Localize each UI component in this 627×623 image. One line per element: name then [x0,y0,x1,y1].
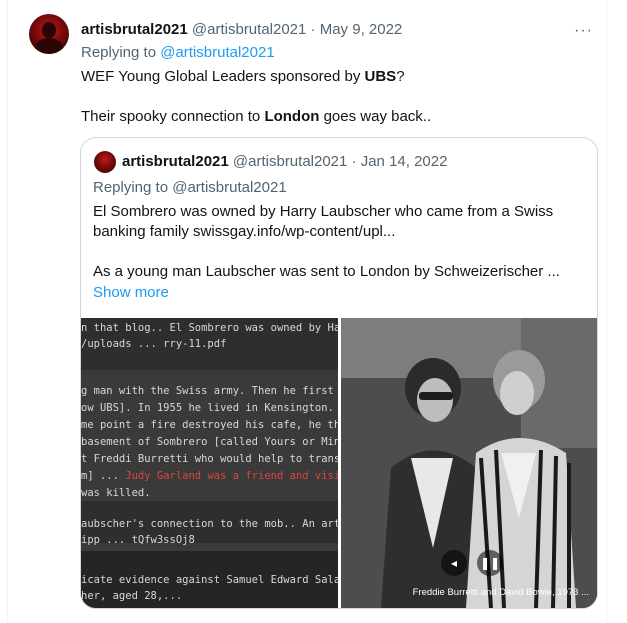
avatar-shoulders [35,38,63,54]
photo [341,318,597,608]
image-text-line: t Freddi Burretti who would help to tran… [81,453,338,465]
separator: · [306,21,320,38]
arrow-left-icon[interactable]: ◂ [441,550,467,576]
tweet[interactable]: artisbrutal2021 @artisbrutal2021 · May 9… [7,0,607,623]
more-icon[interactable]: ··· [574,22,593,40]
replying-handle-link[interactable]: @artisbrutal2021 [160,44,274,61]
quote-replying-to: Replying to @artisbrutal2021 [93,179,287,196]
image-text-prefix: m] ... [81,470,126,482]
quote-avatar [94,151,116,173]
screenshot-image[interactable]: n that blog.. El Sombrero was owned by H… [81,318,338,608]
text-segment: Their spooky connection to [81,108,265,125]
show-more-link[interactable]: Show more [93,283,169,303]
quote-header: artisbrutal2021 @artisbrutal2021 · Jan 1… [122,152,447,172]
image-text-line: basement of Sombrero [called Yours or Mi… [81,436,338,448]
tweet-date[interactable]: May 9, 2022 [320,21,403,38]
tweet-text-line-1: WEF Young Global Leaders sponsored by UB… [81,67,405,87]
image-red-text: Judy Garland was a friend and visited hi… [125,470,338,482]
avatar-head [42,22,56,38]
quote-text-line: As a young man Laubscher was sent to Lon… [93,263,560,280]
image-text-line: /uploads ... rry-11.pdf [81,338,227,350]
image-text-line: n that blog.. El Sombrero was owned by H… [81,322,338,334]
image-text-line: ow UBS]. In 1955 he lived in Kensington.… [81,402,338,414]
tweet-header: artisbrutal2021 @artisbrutal2021 · May 9… [81,20,402,40]
user-handle[interactable]: @artisbrutal2021 [192,21,306,38]
tweet-text-line-2: Their spooky connection to London goes w… [81,107,431,127]
replying-prefix: Replying to [81,44,161,61]
quote-date: Jan 14, 2022 [360,153,448,170]
bold-london: London [264,108,320,125]
image-text-line: her, aged 28,... [81,590,183,602]
quote-text-line: banking family swissgay.info/wp-content/… [93,223,396,240]
pause-icon[interactable]: ❚❚ [477,550,503,576]
media-grid: n that blog.. El Sombrero was owned by H… [81,318,597,608]
photo-image[interactable]: ◂ ❚❚ Freddie Burretti and David Bowie, 1… [341,318,597,608]
image-text-line: icate evidence against Samuel Edward Sal… [81,574,338,586]
replying-to: Replying to @artisbrutal2021 [81,43,275,63]
image-text-line: me point a fire destroyed his cafe, he t… [81,419,338,431]
quote-user-handle: @artisbrutal2021 [232,153,348,170]
image-text-line: ipp ... tQfw3ssOj8 [81,534,195,546]
photo-caption: Freddie Burretti and David Bowie, 1973 .… [412,587,589,598]
image-text-line: was killed. [81,487,151,499]
photo-figures [341,318,597,608]
quoted-tweet[interactable]: artisbrutal2021 @artisbrutal2021 · Jan 1… [80,137,598,609]
quote-text: El Sombrero was owned by Harry Laubscher… [93,202,583,282]
quote-text-line: El Sombrero was owned by Harry Laubscher… [93,203,554,220]
separator: · [347,153,361,170]
bold-ubs: UBS [364,68,397,85]
quote-user-name: artisbrutal2021 [122,153,229,170]
avatar[interactable] [29,14,69,54]
image-red-line: m] ... Judy Garland was a friend and vis… [81,470,338,482]
text-segment: WEF Young Global Leaders sponsored by [81,68,365,85]
text-segment: ? [396,68,405,85]
user-name[interactable]: artisbrutal2021 [81,21,188,38]
image-text-line: aubscher's connection to the mob.. An ar… [81,518,338,530]
text-segment: goes way back.. [319,108,432,125]
image-text-line: g man with the Swiss army. Then he first… [81,385,338,397]
